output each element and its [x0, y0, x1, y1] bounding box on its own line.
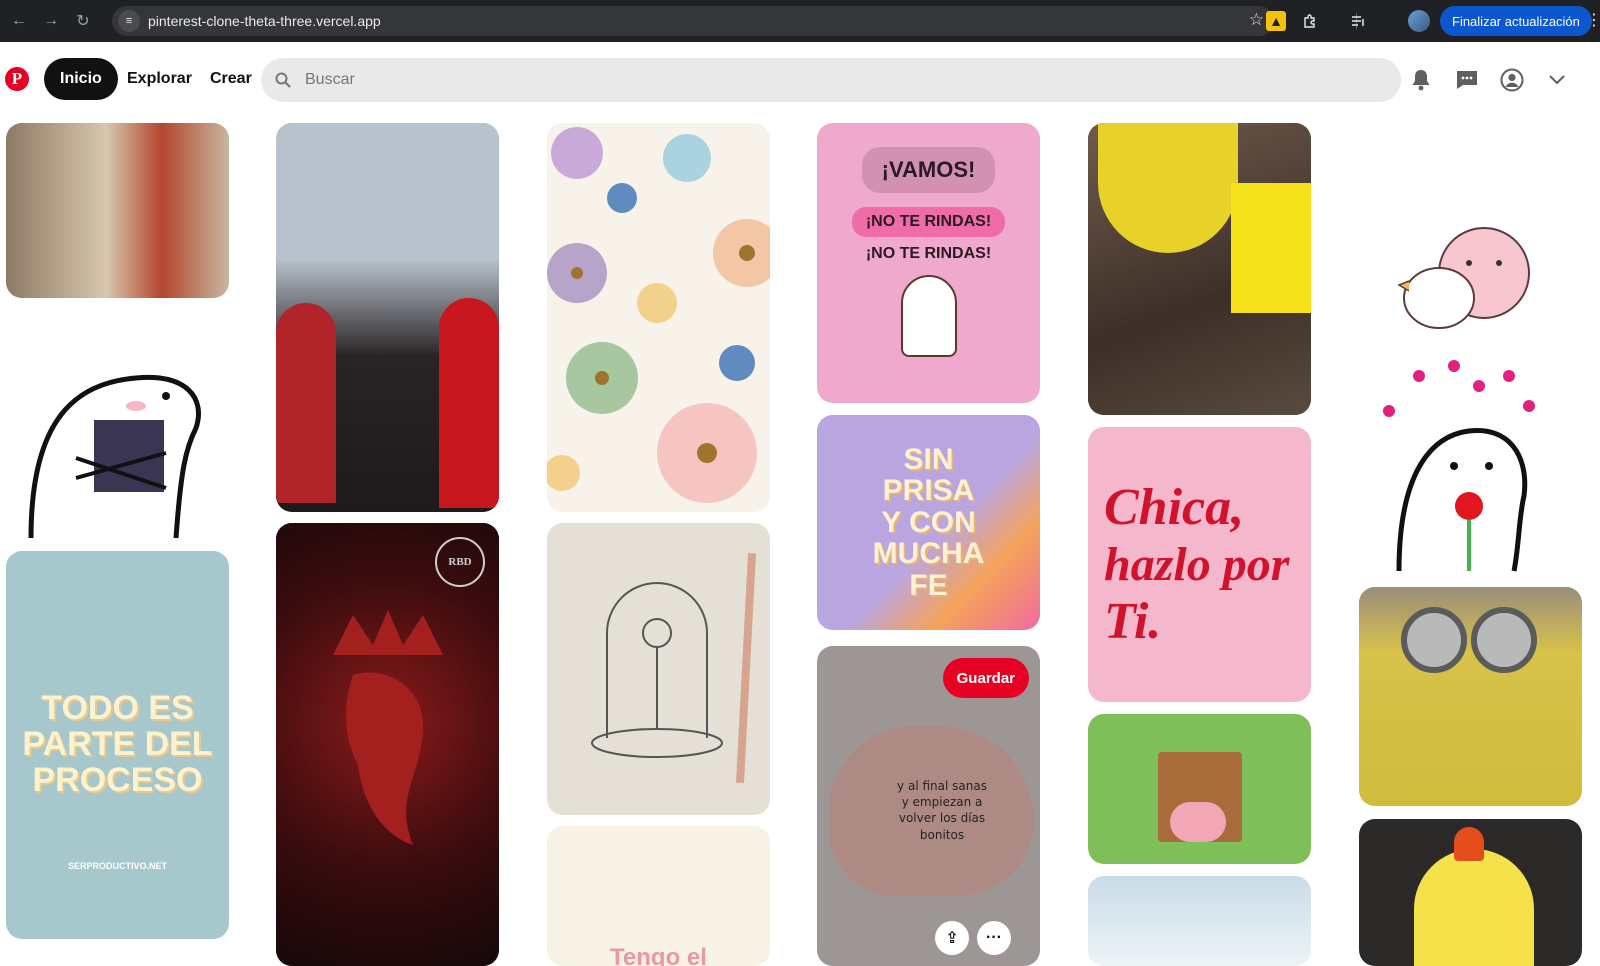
pin-kirby-duck[interactable] [1359, 123, 1582, 342]
pin-quote-line: FE [909, 568, 948, 602]
share-icon[interactable]: ⇪ [935, 921, 969, 955]
pin-image: ¡VAMOS! ¡NO TE RINDAS! ¡NO TE RINDAS! [817, 123, 1040, 403]
puzzle-icon[interactable] [1300, 11, 1320, 31]
lion-crest-icon [332, 609, 443, 845]
pin-image [1088, 876, 1311, 966]
pin-quote-line: Y CON [881, 505, 976, 539]
pin-flork-album[interactable] [6, 358, 229, 543]
pin-chica-hazlo[interactable]: Chica, hazlo por Ti. [1088, 427, 1311, 702]
pin-flork-hearts[interactable] [1359, 356, 1582, 576]
pin-grid: TODO ES PARTE DEL PROCESO SERPRODUCTIVO.… [0, 118, 1600, 966]
pin-rbd-crest[interactable]: RBD [276, 523, 499, 966]
kirby-drawing [1397, 227, 1530, 329]
pin-quote-line: TODO ES [41, 689, 194, 728]
nav-home-button[interactable]: Inicio [44, 58, 118, 100]
pin-band-photo[interactable] [276, 123, 499, 512]
nav-explore-link[interactable]: Explorar [127, 58, 192, 100]
menu-kebab-icon[interactable]: ⋮ [1586, 10, 1600, 30]
profile-avatar[interactable] [1408, 10, 1430, 32]
pin-figure [900, 275, 957, 357]
pin-image: Chica, hazlo por Ti. [1088, 427, 1311, 702]
pin-image [1359, 819, 1582, 966]
notifications-bell-icon[interactable] [1409, 68, 1433, 92]
search-bar[interactable] [261, 58, 1401, 102]
reload-icon[interactable]: ↻ [72, 10, 94, 32]
pin-flowers[interactable] [547, 123, 770, 512]
pin-quote-line: Chica, [1104, 479, 1245, 536]
pin-quote-line: Ti. [1104, 593, 1162, 650]
pin-figure [276, 303, 336, 503]
update-button[interactable]: Finalizar actualización [1440, 6, 1592, 36]
pin-image: SIN PRISA Y CON MUCHA FE [817, 415, 1040, 630]
pin-tengo-el[interactable]: Tengo el [547, 826, 770, 966]
back-icon[interactable]: ← [8, 10, 30, 32]
pin-minion-toy[interactable] [1088, 123, 1311, 415]
pin-figure [1414, 849, 1534, 966]
pin-quote-line: PROCESO [32, 760, 203, 799]
browser-toolbar: ← → ↻ ≡ pinterest-clone-theta-three.verc… [0, 0, 1600, 42]
pin-minion-face[interactable] [1359, 587, 1582, 806]
pinterest-logo[interactable]: P [5, 67, 29, 91]
site-settings-icon[interactable]: ≡ [118, 10, 140, 32]
pin-quote-line: hazlo por [1104, 538, 1290, 591]
pin-palette-hovered[interactable]: y al final sanas y empiezan a volver los… [817, 646, 1040, 966]
pin-quote-line: Tengo el [610, 944, 707, 966]
messages-icon[interactable] [1455, 68, 1479, 92]
pin-figure [1098, 123, 1238, 253]
pin-quote-line: PARTE DEL [22, 725, 213, 764]
address-bar[interactable]: ≡ pinterest-clone-theta-three.vercel.app… [112, 6, 1274, 36]
crest-emblem: RBD [435, 537, 485, 587]
more-options-icon[interactable]: ··· [977, 921, 1011, 955]
pin-quote-line: ¡NO TE RINDAS! [865, 245, 992, 262]
flowers-pattern [547, 127, 770, 503]
pin-figure [1401, 607, 1467, 673]
pin-footer-text: SERPRODUCTIVO.NET [67, 861, 167, 871]
pin-quote-line: MUCHA [872, 537, 985, 571]
media-icon[interactable] [1348, 11, 1368, 31]
pin-chicken-toy[interactable] [1359, 819, 1582, 966]
chevron-down-icon[interactable] [1545, 68, 1569, 92]
pin-vamos[interactable]: ¡VAMOS! ¡NO TE RINDAS! ¡NO TE RINDAS! [817, 123, 1040, 403]
pin-figure [1454, 827, 1484, 861]
pin-tv-scene[interactable] [6, 123, 229, 298]
pin-quote-line: ¡NO TE RINDAS! [851, 207, 1006, 237]
pin-figure [439, 298, 499, 508]
flork-hearts-drawing [1383, 360, 1535, 572]
bookmark-star-icon[interactable]: ☆ [1249, 10, 1264, 30]
pin-image [1088, 123, 1311, 415]
pin-quote-line: ¡VAMOS! [861, 147, 996, 193]
pin-image [276, 123, 499, 512]
pin-image [1359, 587, 1582, 806]
pin-image [6, 123, 229, 298]
pin-quote-line: PRISA [882, 474, 975, 508]
flork-drawing [28, 374, 201, 539]
save-button[interactable]: Guardar [942, 658, 1029, 698]
search-icon [275, 72, 291, 88]
pin-image [1088, 714, 1311, 864]
forward-icon[interactable]: → [40, 10, 62, 32]
pin-rose-sketch[interactable] [547, 523, 770, 815]
search-input[interactable] [303, 70, 1303, 90]
extension-icon[interactable]: ▲ [1266, 11, 1286, 31]
pin-figure [1170, 802, 1226, 842]
pin-image: RBD [276, 523, 499, 966]
app-header: P Inicio Explorar Crear [0, 42, 1600, 118]
url-text[interactable]: pinterest-clone-theta-three.vercel.app [148, 13, 381, 29]
pin-figure [1231, 183, 1311, 313]
pin-sin-prisa[interactable]: SIN PRISA Y CON MUCHA FE [817, 415, 1040, 630]
pin-figure [1471, 607, 1537, 673]
pin-peppa[interactable] [1088, 714, 1311, 864]
account-icon[interactable] [1500, 68, 1524, 92]
pin-image: Tengo el [547, 826, 770, 966]
pin-todo-es-parte[interactable]: TODO ES PARTE DEL PROCESO SERPRODUCTIVO.… [6, 551, 229, 939]
pin-light-blue[interactable] [1088, 876, 1311, 966]
rose-dome-sketch [591, 552, 757, 784]
pin-quote-line: SIN [903, 442, 954, 476]
pin-image: TODO ES PARTE DEL PROCESO SERPRODUCTIVO.… [6, 551, 229, 939]
nav-create-link[interactable]: Crear [210, 58, 252, 100]
